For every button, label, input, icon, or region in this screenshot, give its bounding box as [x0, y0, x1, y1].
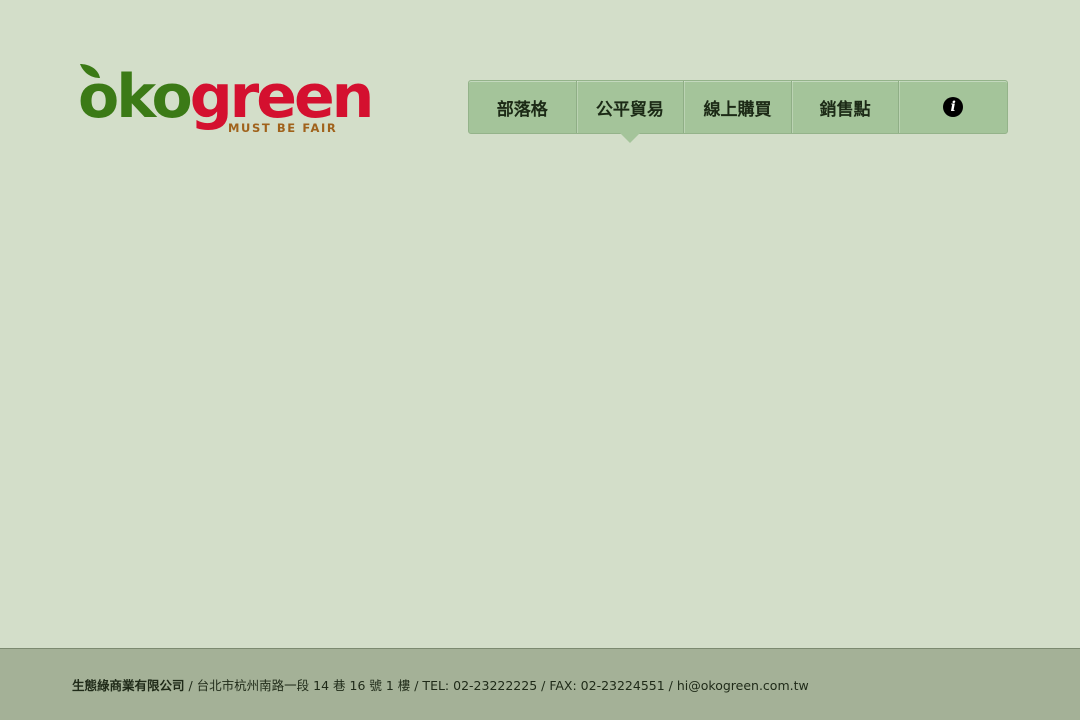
footer-company: 生態綠商業有限公司 — [72, 678, 185, 693]
footer-text: 生態綠商業有限公司 / 台北市杭州南路一段 14 巷 16 號 1 樓 / TE… — [72, 675, 809, 694]
nav-item-label: 公平貿易 — [595, 99, 664, 120]
nav-item-label: 銷售點 — [819, 99, 871, 120]
logo-tagline: MUST BE FAIR — [228, 121, 338, 135]
footer-address: / 台北市杭州南路一段 14 巷 16 號 1 樓 / TEL: 02-2322… — [184, 678, 677, 693]
nav-item-info[interactable]: i — [899, 81, 1007, 133]
logo-oko: oko — [78, 62, 193, 132]
nav-item-label: 部落格 — [496, 99, 548, 120]
nav-item-blog[interactable]: 部落格 — [469, 81, 577, 133]
nav-item-fair-trade[interactable]: 公平貿易 — [577, 81, 685, 143]
footer-email[interactable]: hi@okogreen.com.tw — [677, 678, 809, 693]
footer: 生態綠商業有限公司 / 台北市杭州南路一段 14 巷 16 號 1 樓 / TE… — [0, 648, 1080, 720]
active-pointer — [619, 133, 640, 143]
nav-item-label: 線上購買 — [703, 99, 772, 120]
main-nav: 部落格 公平貿易 線上購買 銷售點 i — [468, 80, 1008, 143]
okogreen-logo[interactable]: okogreen MUST BE FAIR — [78, 60, 374, 140]
nav-item-stores[interactable]: 銷售點 — [792, 81, 900, 133]
nav-item-buy-online[interactable]: 線上購買 — [684, 81, 792, 133]
info-icon: i — [943, 97, 964, 117]
